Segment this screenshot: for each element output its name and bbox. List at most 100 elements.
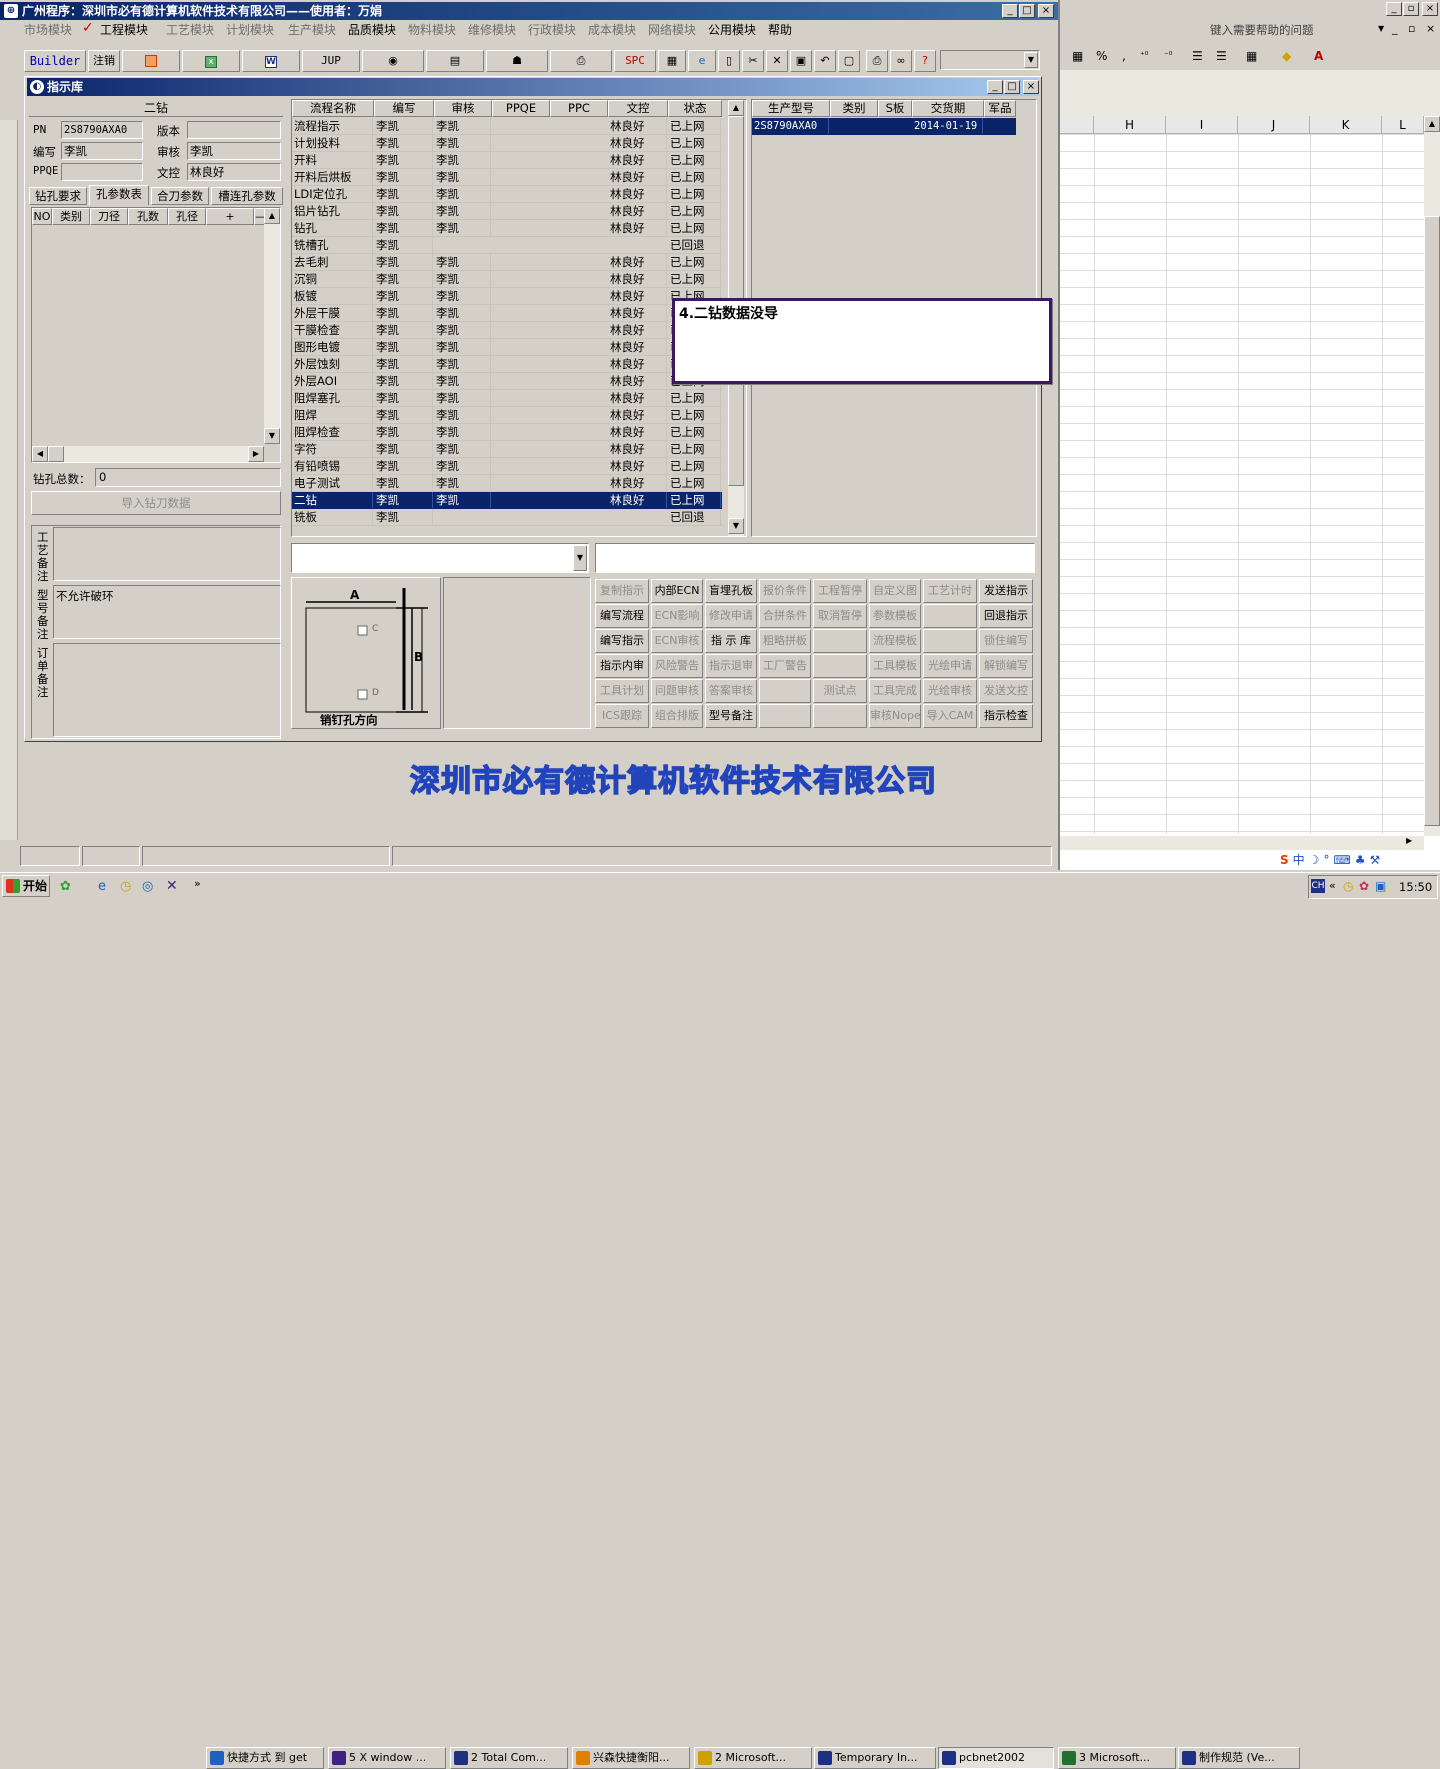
process-col-header[interactable]: PPQE <box>492 100 550 117</box>
delete-button[interactable]: ✕ <box>766 50 788 72</box>
excel-col-header[interactable]: H <box>1094 116 1166 134</box>
table-row[interactable]: 去毛刺 李凯 李凯 林良好 已上网 <box>292 254 722 271</box>
save-button[interactable]: ▣ <box>790 50 812 72</box>
quicklaunch-msn-icon[interactable]: ✿ <box>60 879 71 894</box>
excel-button[interactable]: x <box>182 50 240 72</box>
table-row[interactable]: 开料后烘板 李凯 李凯 林良好 已上网 <box>292 169 722 186</box>
main-title-bar[interactable]: ⊕ 广州程序：深圳市必有德计算机软件技术有限公司——使用者：万娟 _ □ × <box>0 2 1058 20</box>
tab-2[interactable]: 合刀参数 <box>151 187 209 205</box>
remark1-field[interactable] <box>53 527 281 581</box>
action-button[interactable]: 问题审核 <box>651 679 703 703</box>
action-button[interactable]: 指 示 库 <box>705 629 757 653</box>
model-col-header[interactable]: 类别 <box>830 100 878 117</box>
jup-button[interactable]: JUP <box>302 50 360 72</box>
menu-item[interactable]: 市场模块 <box>24 21 72 39</box>
table-row[interactable]: 2S8790AXA0 2014-01-19 <box>752 118 1016 135</box>
pn-field[interactable]: 2S8790AXA0 <box>61 121 143 139</box>
action-button[interactable]: 指示内审 <box>595 654 649 678</box>
minimize-icon[interactable]: _ <box>1002 4 1018 18</box>
action-button[interactable]: 答案审核 <box>705 679 757 703</box>
action-button[interactable]: 复制指示 <box>595 579 649 603</box>
table-row[interactable]: 外层AOI李凯李凯林良好已上网 <box>292 373 722 390</box>
action-button[interactable]: ECN影响 <box>651 604 703 628</box>
taskbar-item[interactable]: pcbnet2002 <box>938 1747 1054 1769</box>
increase-indent-icon[interactable]: ☰ <box>1216 42 1227 70</box>
action-button[interactable] <box>759 704 811 728</box>
action-button[interactable]: 发送文控 <box>979 679 1033 703</box>
action-button[interactable]: 光绘申请 <box>923 654 977 678</box>
view-button[interactable]: ◉ <box>362 50 424 72</box>
printer-tool-button[interactable]: ⎙ <box>550 50 612 72</box>
undo-button[interactable]: ↶ <box>814 50 836 72</box>
font-color-icon[interactable]: A <box>1314 42 1323 70</box>
help-button[interactable]: ? <box>914 50 936 72</box>
action-button[interactable]: 工程暂停 <box>813 579 867 603</box>
version-field[interactable] <box>187 121 281 139</box>
hole-col-header[interactable]: 类别 <box>52 208 90 225</box>
table-row[interactable]: 阻焊检查 李凯 李凯 林良好 已上网 <box>292 424 722 441</box>
taskbar-item[interactable]: 2 Microsoft... <box>694 1747 812 1769</box>
doc-minimize-icon[interactable]: _ <box>1392 22 1398 35</box>
hole-col-header[interactable]: 孔径 <box>168 208 206 225</box>
scroll-up-icon[interactable]: ▲ <box>728 100 744 116</box>
action-button[interactable]: 指示退审 <box>705 654 757 678</box>
model-col-header[interactable]: 生产型号 <box>752 100 830 117</box>
dialog-close-icon[interactable]: × <box>1023 80 1039 94</box>
action-button[interactable]: 流程模板 <box>869 629 921 653</box>
hscroll-thumb[interactable] <box>48 446 64 462</box>
quicklaunch-more-icon[interactable]: » <box>194 877 201 890</box>
word-button[interactable]: W <box>242 50 300 72</box>
tab-1[interactable]: 孔参数表 <box>89 185 149 205</box>
print-button[interactable]: ⎙ <box>866 50 888 72</box>
menu-item[interactable]: 物料模块 <box>408 21 456 39</box>
reviewer-field[interactable]: 李凯 <box>187 142 281 160</box>
action-button[interactable]: 工具完成 <box>869 679 921 703</box>
excel-grid[interactable] <box>1060 134 1424 834</box>
process-col-header[interactable]: PPC <box>550 100 608 117</box>
process-col-header[interactable]: 状态 <box>668 100 722 117</box>
action-button[interactable]: 参数模板 <box>869 604 921 628</box>
preview-button[interactable]: ▢ <box>838 50 860 72</box>
action-button[interactable]: 发送指示 <box>979 579 1033 603</box>
percent-icon[interactable]: % <box>1096 42 1107 70</box>
table-row[interactable]: 计划投料 李凯 李凯 林良好 已上网 <box>292 135 722 152</box>
action-button[interactable]: 组合排版 <box>651 704 703 728</box>
ime-bar[interactable]: S中☽°⌨♣⚒ <box>1280 850 1440 870</box>
table-row[interactable]: 图形电镀李凯李凯林良好已上网 <box>292 339 722 356</box>
table-row[interactable]: 有铅喷锡 李凯 李凯 林良好 已上网 <box>292 458 722 475</box>
quicklaunch-clock-icon[interactable]: ◷ <box>120 879 131 894</box>
excel-vscroll[interactable]: ▲ <box>1424 116 1440 836</box>
help-question-box[interactable]: 键入需要帮助的问题 <box>1210 22 1314 38</box>
menu-item[interactable]: 成本模块 <box>588 21 636 39</box>
tray-app-icon[interactable]: ◷ <box>1343 879 1353 893</box>
users-button[interactable]: ☗ <box>486 50 548 72</box>
tray-lang-icon[interactable]: CH <box>1311 879 1325 893</box>
table-row[interactable]: 外层蚀刻李凯李凯林良好已上网 <box>292 356 722 373</box>
borders-icon[interactable]: ▦ <box>1246 42 1257 70</box>
action-button[interactable] <box>813 629 867 653</box>
table-row[interactable]: LDI定位孔 李凯 李凯 林良好 已上网 <box>292 186 722 203</box>
excel-restore-icon[interactable]: ▫ <box>1403 2 1419 16</box>
menu-item[interactable]: 工程模块 <box>100 21 148 39</box>
table-row[interactable]: 开料 李凯 李凯 林良好 已上网 <box>292 152 722 169</box>
table-row[interactable]: 二钻 李凯 李凯 林良好 已上网 <box>292 492 722 509</box>
table-row[interactable]: 板镀 李凯 李凯 林良好 已上网 <box>292 288 722 305</box>
action-button[interactable]: 取消暂停 <box>813 604 867 628</box>
menu-item[interactable]: 行政模块 <box>528 21 576 39</box>
taskbar-item[interactable]: 3 Microsoft... <box>1058 1747 1176 1769</box>
start-button[interactable]: 开始 <box>2 875 50 897</box>
scroll-right-icon[interactable]: ▶ <box>248 446 264 462</box>
decrease-decimal-icon[interactable]: ⁻⁰ <box>1164 42 1172 70</box>
action-button[interactable]: 工厂警告 <box>759 654 811 678</box>
menu-item[interactable]: 帮助 <box>768 21 792 39</box>
dialog-maximize-icon[interactable]: □ <box>1004 80 1020 94</box>
doc-close-icon[interactable]: × <box>1426 22 1435 35</box>
action-button[interactable]: ECN审核 <box>651 629 703 653</box>
calendar-button[interactable]: ▦ <box>658 50 686 72</box>
remark2-field[interactable]: 不允许破环 <box>53 585 281 639</box>
menu-item[interactable]: 工艺模块 <box>166 21 214 39</box>
menu-item[interactable]: 公用模块 <box>708 21 756 39</box>
action-button[interactable] <box>759 679 811 703</box>
ie-button[interactable]: e <box>688 50 716 72</box>
doc-restore-icon[interactable]: ▫ <box>1408 22 1415 35</box>
